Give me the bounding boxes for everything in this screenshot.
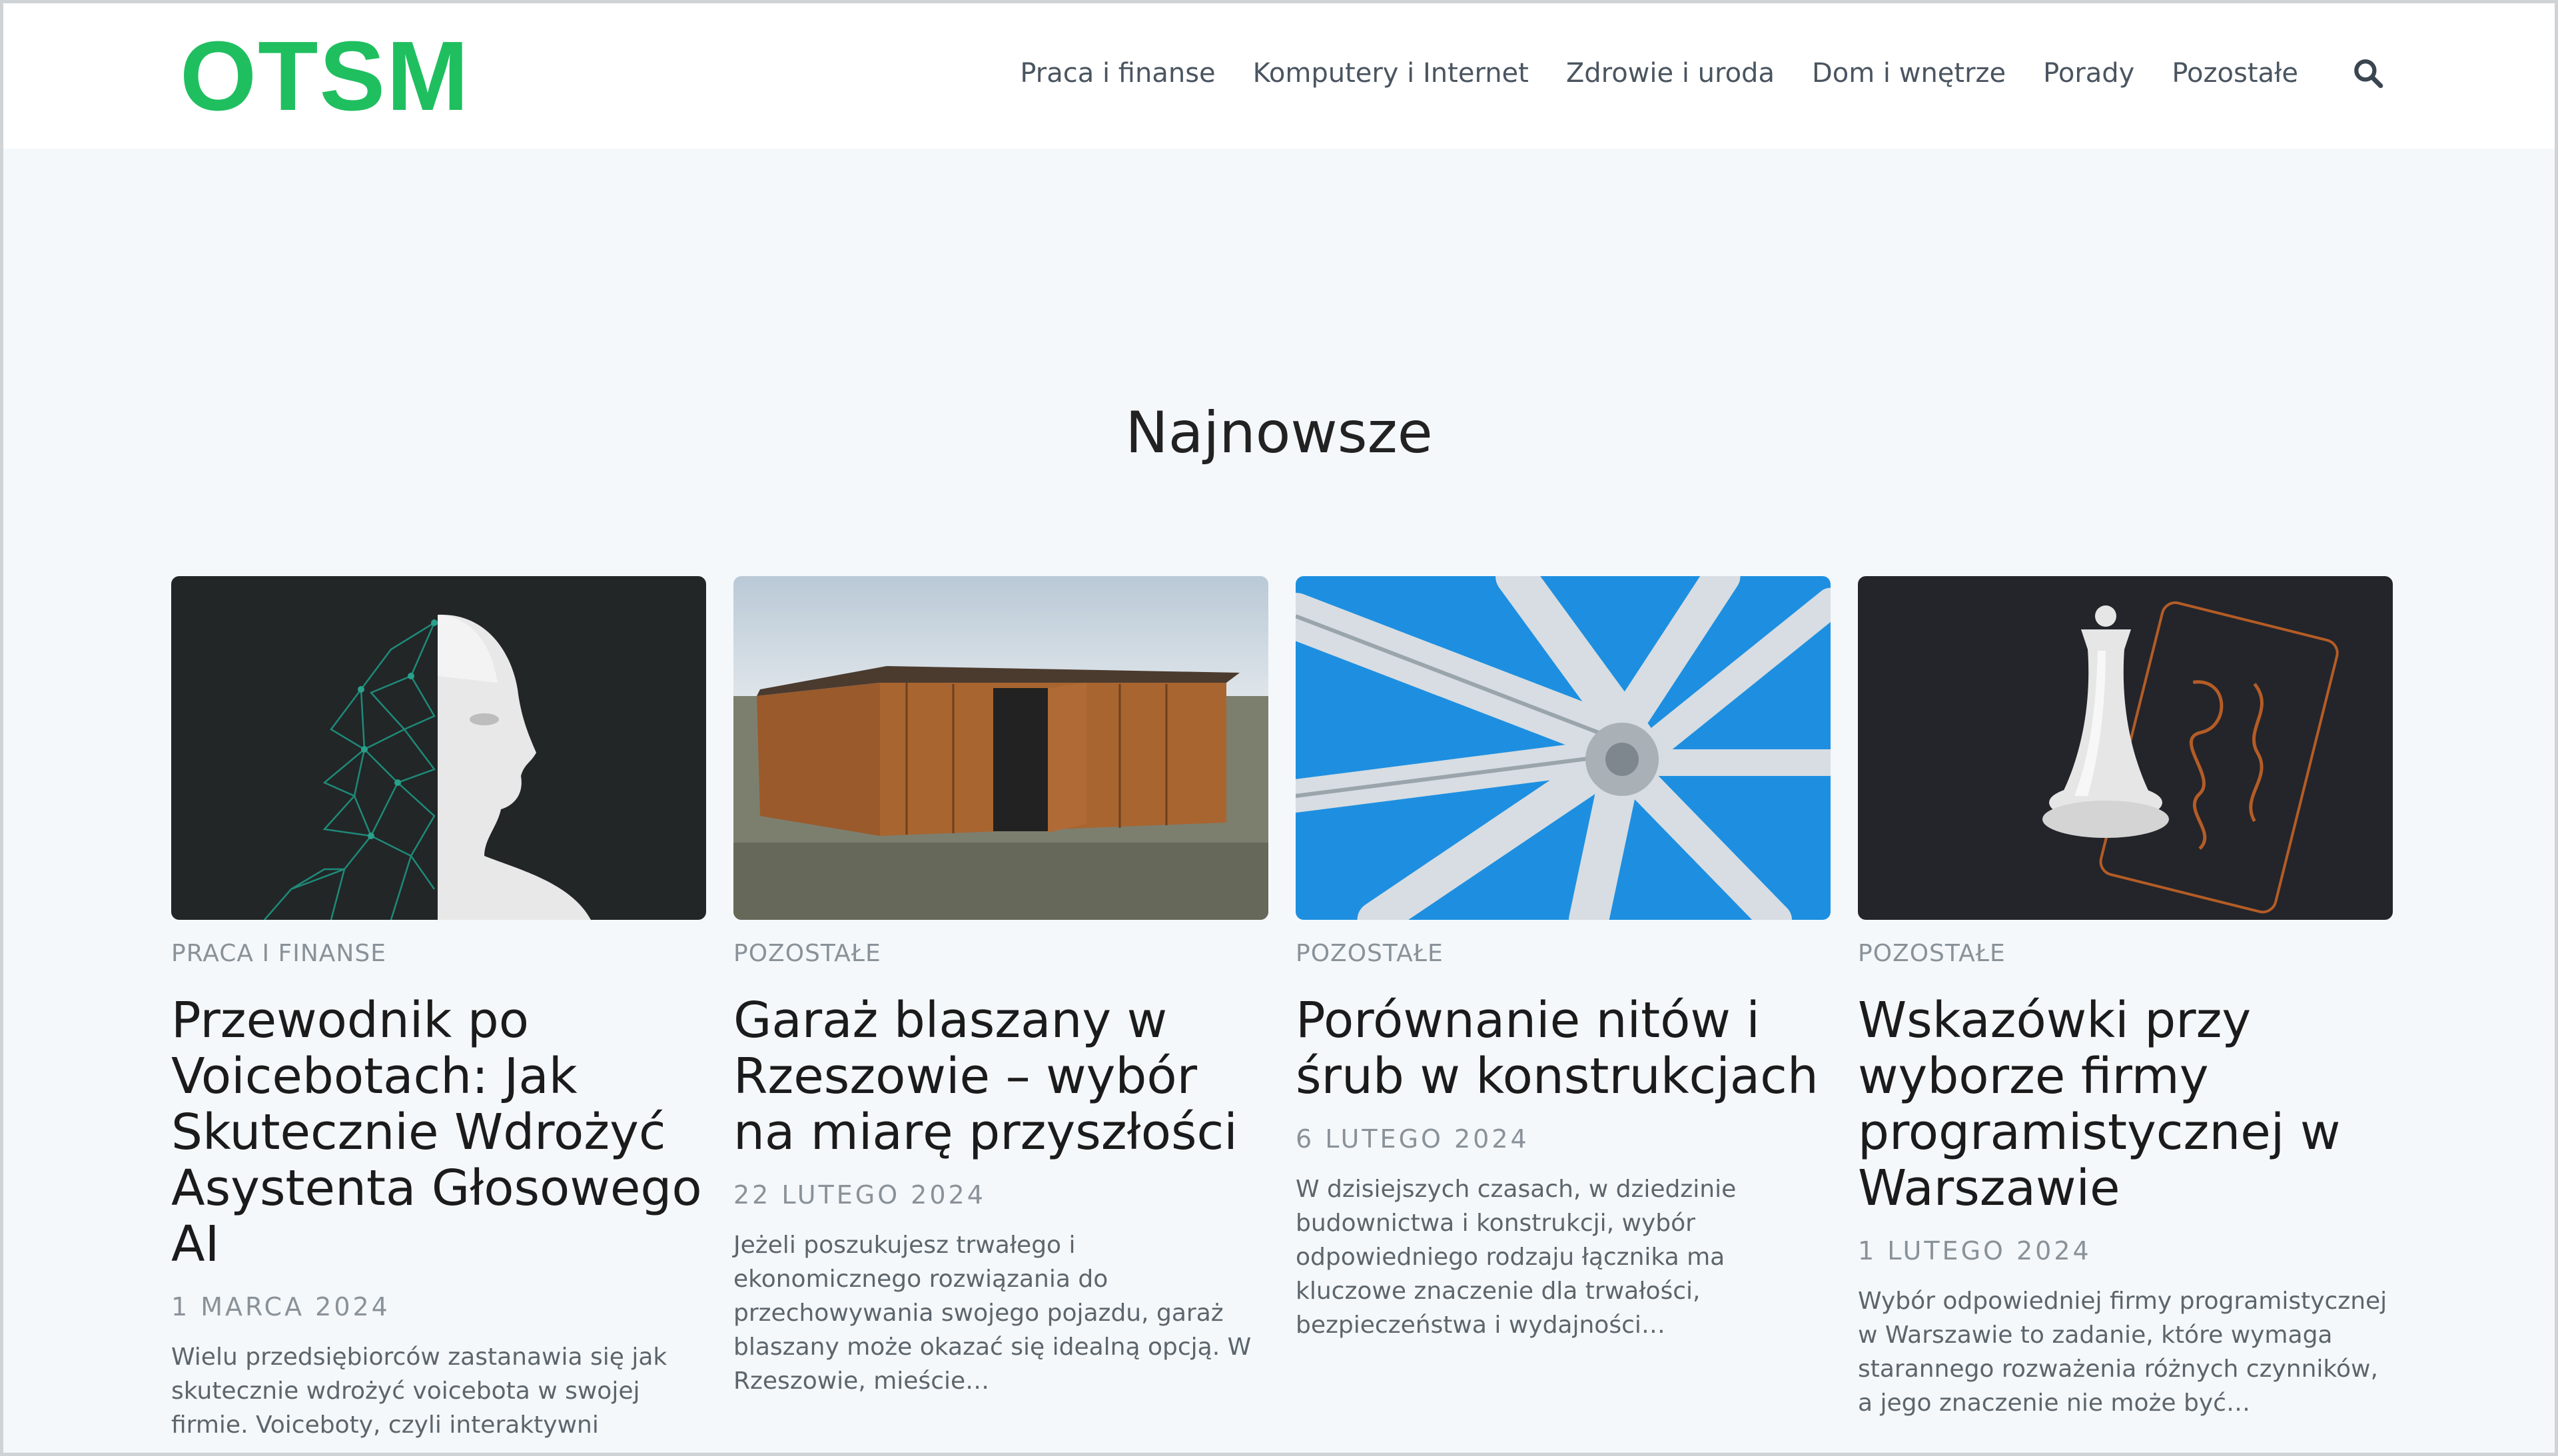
ai-face-image: [171, 576, 706, 920]
post-category[interactable]: Pozostałe: [1858, 940, 2393, 967]
post-category[interactable]: Praca i finanse: [171, 940, 706, 967]
search-icon[interactable]: [2351, 57, 2385, 90]
post-date: 22 lutego 2024: [733, 1180, 986, 1210]
main-nav: Praca i finanse Komputery i Internet Zdr…: [983, 57, 2385, 90]
post-title[interactable]: Przewodnik po Voicebotach: Jak Skuteczni…: [171, 992, 706, 1272]
post-date: 1 lutego 2024: [1858, 1236, 2092, 1266]
post-title[interactable]: Wskazówki przy wyborze firmy programisty…: [1858, 992, 2393, 1216]
post-card: Praca i finanse Przewodnik po Voicebotac…: [171, 576, 706, 1453]
nav-item-dom-i-wnetrze[interactable]: Dom i wnętrze: [1812, 58, 2006, 89]
nav-item-komputery-i-internet[interactable]: Komputery i Internet: [1253, 58, 1529, 89]
metal-garage-image: [733, 576, 1268, 920]
post-excerpt: Wybór odpowiedniej firmy programistyczne…: [1858, 1287, 2387, 1417]
nav-item-zdrowie-i-uroda[interactable]: Zdrowie i uroda: [1566, 58, 1775, 89]
post-date: 1 marca 2024: [171, 1292, 390, 1321]
post-thumbnail[interactable]: [733, 576, 1268, 920]
post-excerpt: Jeżeli poszukujesz trwałego i ekonomiczn…: [733, 1232, 1252, 1395]
post-category[interactable]: Pozostałe: [1296, 940, 1831, 967]
site-header: OTSM Praca i finanse Komputery i Interne…: [3, 3, 2555, 149]
post-thumbnail[interactable]: [171, 576, 706, 920]
post-card: Pozostałe Porównanie nitów i śrub w kons…: [1296, 576, 1831, 1366]
nav-item-porady[interactable]: Porady: [2043, 58, 2134, 89]
post-card: Pozostałe Garaż blaszany w Rzeszowie – w…: [733, 576, 1268, 1422]
post-thumbnail[interactable]: [1296, 576, 1831, 920]
browser-viewport: OTSM Praca i finanse Komputery i Interne…: [0, 0, 2558, 1456]
post-card: Pozostałe Wskazówki przy wyborze firmy p…: [1858, 576, 2393, 1444]
steel-structure-image: [1296, 576, 1831, 920]
nav-item-pozostale[interactable]: Pozostałe: [2172, 58, 2298, 89]
nav-item-praca-i-finanse[interactable]: Praca i finanse: [1020, 58, 1215, 89]
post-date: 6 lutego 2024: [1296, 1124, 1529, 1154]
post-thumbnail[interactable]: [1858, 576, 2393, 920]
post-excerpt: Wielu przedsiębiorców zastanawia się jak…: [171, 1343, 667, 1439]
post-title[interactable]: Porównanie nitów i śrub w konstrukcjach: [1296, 992, 1831, 1104]
post-excerpt: W dzisiejszych czasach, w dziedzinie bud…: [1296, 1176, 1737, 1339]
section-title: Najnowsze: [1125, 400, 1433, 466]
site-logo[interactable]: OTSM: [180, 27, 470, 127]
post-category[interactable]: Pozostałe: [733, 940, 1268, 967]
chess-queen-image: [1858, 576, 2393, 920]
post-title[interactable]: Garaż blaszany w Rzeszowie – wybór na mi…: [733, 992, 1268, 1160]
